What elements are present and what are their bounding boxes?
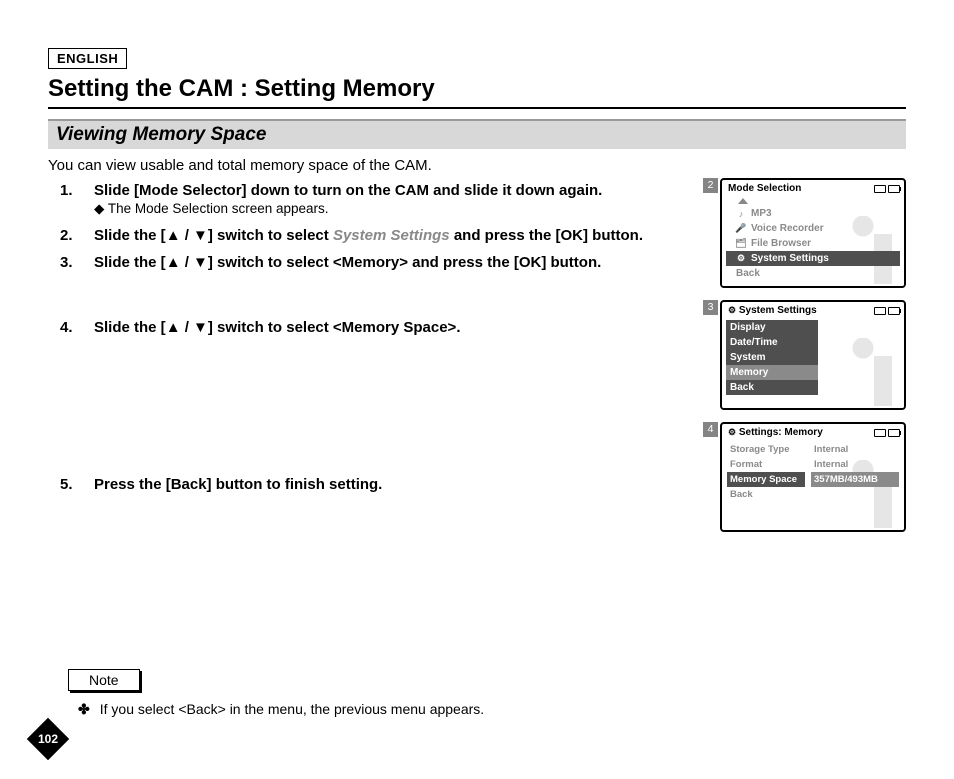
screen-title: ⚙ Settings: Memory [728,427,823,438]
card-icon [874,307,886,315]
tools-icon: ⚙ [728,427,736,437]
menu-item-date-time[interactable]: Date/Time [726,335,818,350]
note-section: Note ✤ If you select <Back> in the menu,… [48,669,906,718]
folder-icon: 🗂 [736,239,746,249]
step-text: Slide the [▲ / ▼] switch to select <Memo… [94,319,461,336]
menu-item-file-browser[interactable]: 🗂File Browser [726,236,900,251]
page-number: 102 [30,721,66,757]
menu-item-system[interactable]: System [726,350,818,365]
language-badge: ENGLISH [48,48,127,69]
step-1: 1. Slide [Mode Selector] down to turn on… [60,182,778,217]
step-5: 5. Press the [Back] button to finish set… [60,476,778,493]
screen-settings-memory: 4 ⚙ Settings: Memory Storage TypeInterna… [720,422,906,532]
step-number: 4. [60,319,80,336]
menu-item-display[interactable]: Display [726,320,818,335]
music-note-icon: ♪ [736,209,746,219]
setting-storage-type[interactable]: Storage TypeInternal [726,442,900,457]
section-heading: Viewing Memory Space [48,119,906,149]
device-screens: 2 Mode Selection ♪MP3 🎤Voice Recorder 🗂F… [720,178,906,544]
note-text: If you select <Back> in the menu, the pr… [100,701,484,718]
screen-mode-selection: 2 Mode Selection ♪MP3 🎤Voice Recorder 🗂F… [720,178,906,288]
status-icons [874,185,900,193]
system-settings-label: System Settings [333,227,450,244]
setting-memory-space[interactable]: Memory Space357MB/493MB [726,472,900,487]
step-text: Press the [Back] button to finish settin… [94,476,778,493]
tools-icon: ⚙ [736,254,746,264]
step-text: Slide the [▲ / ▼] switch to select Syste… [94,227,643,244]
step-number: 3. [60,254,80,271]
screen-title: ⚙ System Settings [728,305,817,316]
screen-step-tag: 2 [703,178,718,193]
step-number: 2. [60,227,80,244]
menu-item-memory[interactable]: Memory [726,365,818,380]
battery-icon [888,429,900,437]
setting-format[interactable]: FormatInternal [726,457,900,472]
card-icon [874,185,886,193]
menu-item-mp3[interactable]: ♪MP3 [726,206,900,221]
card-icon [874,429,886,437]
battery-icon [888,307,900,315]
up-down-icon: ▲ / ▼ [166,319,208,336]
step-3: 3. Slide the [▲ / ▼] switch to select <M… [60,254,778,271]
menu-item-back[interactable]: Back [726,380,818,395]
page-title: Setting the CAM : Setting Memory [48,75,906,109]
screen-title: Mode Selection [728,183,801,194]
page-number-badge: 102 [30,721,66,757]
step-subtext: ◆ The Mode Selection screen appears. [94,201,778,217]
menu-item-system-settings[interactable]: ⚙System Settings [726,251,900,266]
steps-list: 1. Slide [Mode Selector] down to turn on… [48,182,778,493]
status-icons [874,307,900,315]
background-graphic [838,338,898,410]
step-number: 1. [60,182,80,217]
scroll-up-icon [738,198,748,204]
note-label-box: Note [68,669,140,691]
menu-item-back[interactable]: Back [726,266,900,281]
note-item: ✤ If you select <Back> in the menu, the … [78,701,906,718]
battery-icon [888,185,900,193]
status-icons [874,429,900,437]
tools-icon: ⚙ [728,305,736,315]
up-down-icon: ▲ / ▼ [166,227,208,244]
step-2: 2. Slide the [▲ / ▼] switch to select Sy… [60,227,778,244]
step-text: Slide [Mode Selector] down to turn on th… [94,182,778,199]
step-number: 5. [60,476,80,493]
microphone-icon: 🎤 [736,224,746,234]
bullet-icon: ✤ [78,701,90,718]
menu-item-back[interactable]: Back [726,487,900,502]
screen-step-tag: 3 [703,300,718,315]
screen-system-settings: 3 ⚙ System Settings Display Date/Time Sy… [720,300,906,410]
menu-item-voice-recorder[interactable]: 🎤Voice Recorder [726,221,900,236]
up-down-icon: ▲ / ▼ [166,254,208,271]
step-text: Slide the [▲ / ▼] switch to select <Memo… [94,254,601,271]
step-4: 4. Slide the [▲ / ▼] switch to select <M… [60,319,778,336]
intro-text: You can view usable and total memory spa… [48,157,906,174]
screen-step-tag: 4 [703,422,718,437]
